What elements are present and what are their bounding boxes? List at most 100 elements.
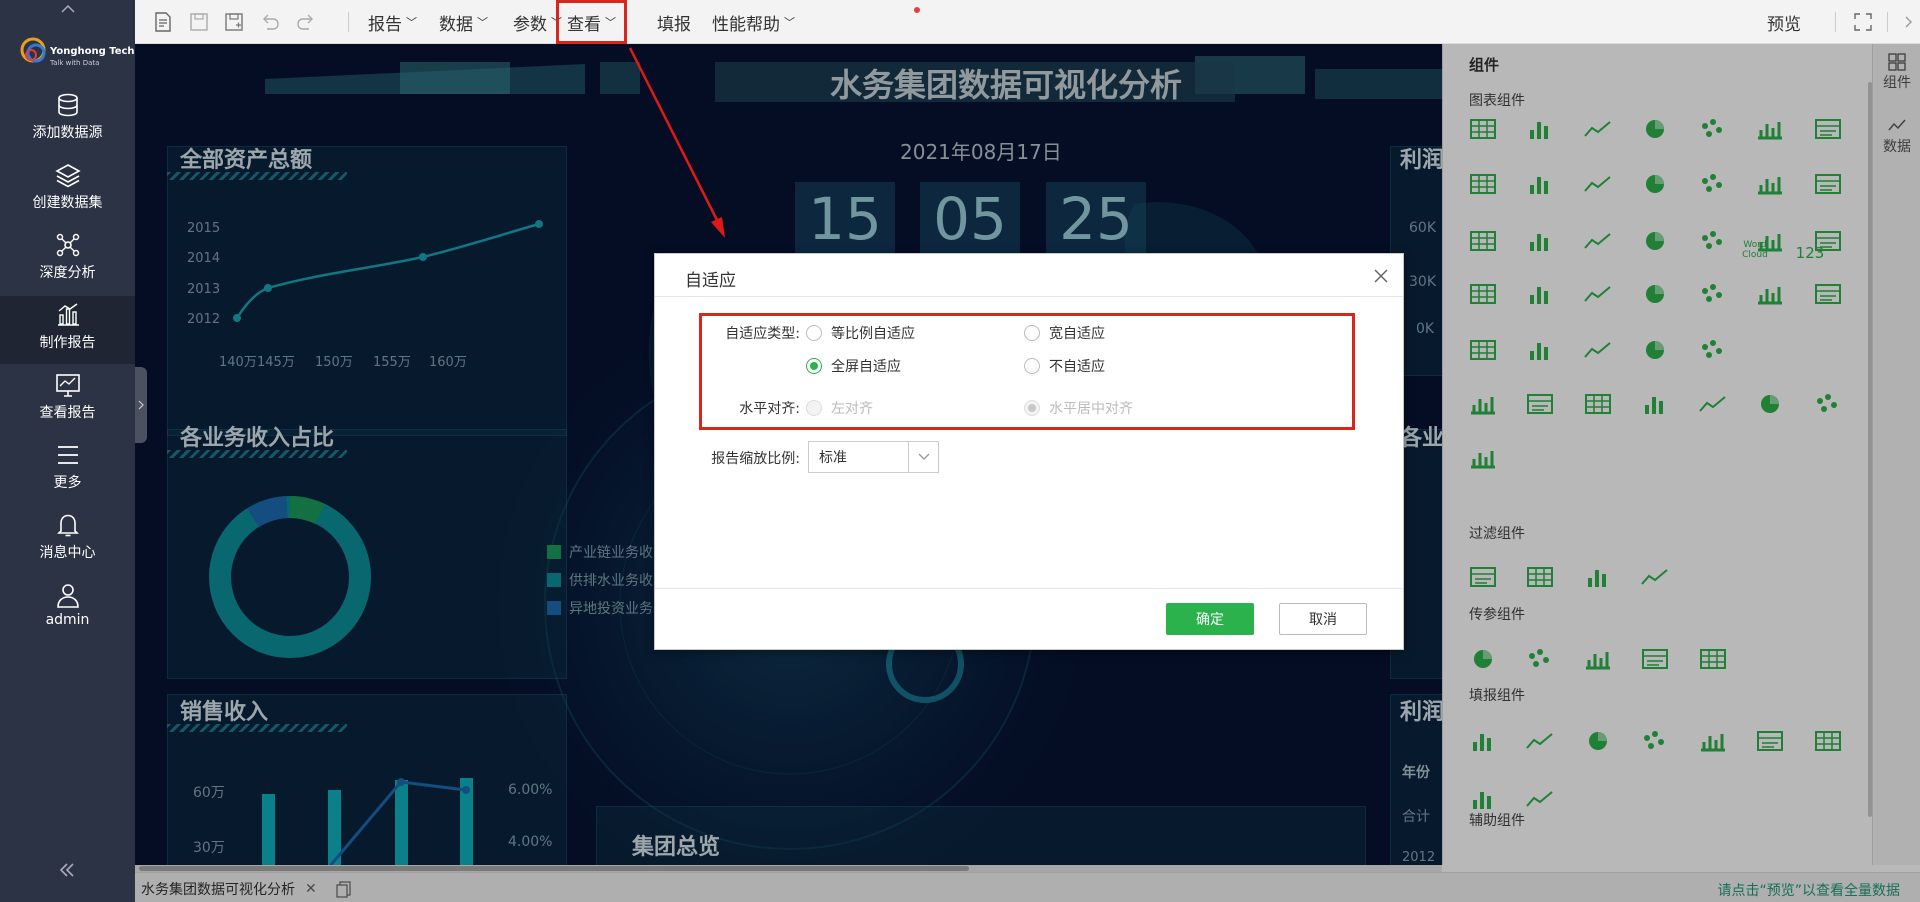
scale-select[interactable]: 标准 bbox=[808, 441, 939, 473]
component-icon[interactable] bbox=[1465, 279, 1501, 309]
scrollbar-thumb[interactable] bbox=[139, 866, 969, 871]
component-icon[interactable] bbox=[1695, 335, 1731, 365]
radio-align-center[interactable]: 水平居中对齐 bbox=[1024, 398, 1133, 418]
component-icon[interactable] bbox=[1580, 726, 1616, 756]
component-icon[interactable] bbox=[1637, 726, 1673, 756]
sidebar-item-view-report[interactable]: 查看报告 bbox=[0, 366, 135, 434]
component-icon[interactable] bbox=[1637, 562, 1673, 592]
tab-data[interactable]: 数据 bbox=[1873, 116, 1920, 156]
component-icon[interactable] bbox=[1522, 226, 1558, 256]
sidebar-item-make-report[interactable]: 制作报告 bbox=[0, 296, 135, 364]
component-icon[interactable] bbox=[1522, 169, 1558, 199]
close-tab-icon[interactable]: ✕ bbox=[305, 881, 317, 897]
component-icon[interactable] bbox=[1810, 389, 1846, 419]
sidebar-item-admin[interactable]: admin bbox=[0, 576, 135, 644]
component-icon[interactable] bbox=[1637, 169, 1673, 199]
component-icon[interactable] bbox=[1465, 114, 1501, 144]
component-icon[interactable] bbox=[1695, 226, 1731, 256]
component-icon[interactable] bbox=[1810, 726, 1846, 756]
component-icon[interactable] bbox=[1465, 726, 1501, 756]
sidebar-item-messages[interactable]: 消息中心 bbox=[0, 506, 135, 574]
wordcloud-chart-icon[interactable]: Word Cloud bbox=[1737, 240, 1773, 270]
collapse-up-icon[interactable] bbox=[0, 0, 135, 18]
fullscreen-icon[interactable] bbox=[1852, 11, 1874, 33]
component-icon[interactable] bbox=[1810, 114, 1846, 144]
component-icon[interactable] bbox=[1522, 726, 1558, 756]
preview-button[interactable]: 预览 bbox=[1767, 10, 1801, 35]
radio-align-left[interactable]: 左对齐 bbox=[806, 398, 873, 418]
cancel-button[interactable]: 取消 bbox=[1279, 603, 1367, 635]
radio-width[interactable]: 宽自适应 bbox=[1024, 323, 1105, 343]
component-icon[interactable] bbox=[1465, 784, 1501, 814]
component-icon[interactable] bbox=[1752, 114, 1788, 144]
radio-proportional[interactable]: 等比例自适应 bbox=[806, 323, 915, 343]
component-icon[interactable] bbox=[1637, 114, 1673, 144]
component-icon[interactable] bbox=[1580, 389, 1616, 419]
menu-data[interactable]: 数据 ﹀ bbox=[439, 10, 488, 35]
confirm-button[interactable]: 确定 bbox=[1166, 603, 1254, 635]
component-icon[interactable] bbox=[1695, 389, 1731, 419]
component-icon[interactable] bbox=[1522, 644, 1558, 674]
component-icon[interactable] bbox=[1465, 389, 1501, 419]
component-icon[interactable] bbox=[1637, 279, 1673, 309]
component-icon[interactable] bbox=[1522, 562, 1558, 592]
component-icon[interactable] bbox=[1695, 644, 1731, 674]
sidebar-expand-handle[interactable] bbox=[135, 367, 147, 443]
component-icon[interactable] bbox=[1580, 279, 1616, 309]
component-icon[interactable] bbox=[1522, 114, 1558, 144]
sidebar-item-more[interactable]: 更多 bbox=[0, 436, 135, 504]
component-icon[interactable] bbox=[1580, 335, 1616, 365]
menu-report[interactable]: 报告 ﹀ bbox=[368, 10, 417, 35]
component-icon[interactable] bbox=[1810, 169, 1846, 199]
save-icon[interactable] bbox=[188, 11, 210, 33]
collapse-sidebar-icon[interactable] bbox=[55, 858, 79, 882]
component-icon[interactable] bbox=[1580, 644, 1616, 674]
menu-params[interactable]: 参数 ﹀ bbox=[513, 10, 562, 35]
component-icon[interactable] bbox=[1752, 389, 1788, 419]
component-icon[interactable] bbox=[1465, 562, 1501, 592]
chevron-down-icon[interactable] bbox=[908, 442, 938, 472]
component-icon[interactable] bbox=[1637, 335, 1673, 365]
component-icon[interactable] bbox=[1637, 644, 1673, 674]
component-icon[interactable] bbox=[1695, 169, 1731, 199]
component-icon[interactable] bbox=[1522, 784, 1558, 814]
save-as-icon[interactable] bbox=[223, 11, 245, 33]
sidebar-item-deep-analysis[interactable]: 深度分析 bbox=[0, 226, 135, 294]
component-icon[interactable] bbox=[1752, 726, 1788, 756]
canvas-horizontal-scrollbar[interactable] bbox=[135, 865, 1442, 872]
number-card-icon[interactable]: 123 bbox=[1792, 244, 1828, 274]
component-icon[interactable] bbox=[1752, 279, 1788, 309]
component-icon[interactable] bbox=[1580, 226, 1616, 256]
component-icon[interactable] bbox=[1465, 335, 1501, 365]
component-icon[interactable] bbox=[1695, 114, 1731, 144]
component-icon[interactable] bbox=[1522, 335, 1558, 365]
component-icon[interactable] bbox=[1465, 226, 1501, 256]
component-icon[interactable] bbox=[1810, 279, 1846, 309]
sidebar-item-create-dataset[interactable]: 创建数据集 bbox=[0, 156, 135, 224]
radio-none[interactable]: 不自适应 bbox=[1024, 356, 1105, 376]
redo-icon[interactable] bbox=[295, 11, 317, 33]
component-icon[interactable] bbox=[1465, 644, 1501, 674]
component-icon[interactable] bbox=[1580, 114, 1616, 144]
component-icon[interactable] bbox=[1522, 279, 1558, 309]
component-icon[interactable] bbox=[1580, 562, 1616, 592]
radio-fullscreen[interactable]: 全屏自适应 bbox=[806, 356, 901, 376]
component-icon[interactable] bbox=[1637, 226, 1673, 256]
component-icon[interactable] bbox=[1637, 389, 1673, 419]
collapse-panel-icon[interactable] bbox=[1897, 11, 1919, 33]
undo-icon[interactable] bbox=[259, 11, 281, 33]
menu-view[interactable]: 查看 ﹀ bbox=[556, 0, 627, 44]
new-report-icon[interactable] bbox=[152, 11, 174, 33]
copy-tab-icon[interactable] bbox=[335, 880, 353, 898]
component-icon[interactable] bbox=[1752, 169, 1788, 199]
component-icon[interactable] bbox=[1465, 169, 1501, 199]
tab-components[interactable]: 组件 bbox=[1873, 52, 1920, 92]
component-icon[interactable] bbox=[1465, 443, 1501, 473]
menu-performance-help[interactable]: 性能帮助 ﹀ bbox=[712, 10, 795, 35]
component-icon[interactable] bbox=[1522, 389, 1558, 419]
component-icon[interactable] bbox=[1695, 726, 1731, 756]
menu-fill-report[interactable]: 填报 bbox=[657, 10, 691, 35]
component-icon[interactable] bbox=[1580, 169, 1616, 199]
component-icon[interactable] bbox=[1695, 279, 1731, 309]
close-icon[interactable] bbox=[1373, 268, 1389, 284]
